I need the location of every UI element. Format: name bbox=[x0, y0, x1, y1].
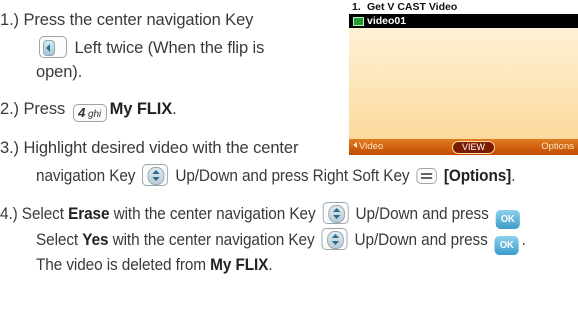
list-item[interactable]: 1. Get V CAST Video bbox=[349, 0, 578, 14]
list-item-number: 1. bbox=[352, 1, 361, 13]
step-3-period: . bbox=[511, 167, 516, 185]
step-2-text: 2.) Press bbox=[0, 100, 66, 118]
my-flix-label-2: My FLIX bbox=[210, 256, 269, 274]
key-4-number: 4 bbox=[78, 105, 86, 120]
options-soft-key[interactable]: Options bbox=[541, 139, 574, 155]
step-2: 2.) Press 4 ghi My FLIX. bbox=[0, 99, 177, 122]
nav-up-down-key-icon bbox=[142, 164, 169, 186]
nav-up-down-key-icon bbox=[321, 228, 348, 250]
options-label: [Options] bbox=[443, 167, 512, 185]
step-1-text: 1.) Press the center navigation Key bbox=[0, 11, 254, 29]
left-soft-key-label: Video bbox=[359, 141, 384, 152]
ok-key-icon: OK bbox=[494, 236, 519, 255]
step-1-text-2: Left twice (When the flip is bbox=[74, 39, 265, 57]
step-4-line-1: 4.) Select Erase with the center navigat… bbox=[0, 202, 523, 229]
step-3-text-3: Up/Down and press Right Soft Key bbox=[175, 167, 410, 185]
my-flix-label: My FLIX bbox=[109, 100, 173, 118]
left-arrow-icon bbox=[353, 142, 357, 148]
ok-key-icon: OK bbox=[495, 210, 520, 229]
yes-label: Yes bbox=[82, 231, 109, 249]
view-button[interactable]: VIEW bbox=[452, 141, 496, 154]
phone-screen: 1. Get V CAST Video video01 Video VIEW O… bbox=[349, 0, 578, 155]
step-1-line-2: Left twice (When the flip is bbox=[36, 36, 264, 58]
step-4-text-6: Up/Down and press bbox=[354, 231, 488, 249]
erase-label: Erase bbox=[68, 205, 110, 223]
nav-left-key-icon bbox=[39, 36, 67, 58]
step-4-text-7: The video is deleted from bbox=[36, 256, 206, 274]
step-4-text-2: with the center navigation Key bbox=[113, 205, 316, 223]
key-4-ghi-icon: 4 ghi bbox=[72, 104, 107, 122]
step-3-text-2: navigation Key bbox=[36, 167, 136, 185]
step-4-text-4: Select bbox=[36, 231, 79, 249]
step-4-line-3: The video is deleted from My FLIX. bbox=[36, 255, 273, 275]
list-item-label: video01 bbox=[367, 15, 407, 27]
step-4-text-5: with the center navigation Key bbox=[112, 231, 315, 249]
step-1-text-3: open). bbox=[36, 63, 83, 81]
key-4-letters: ghi bbox=[88, 109, 102, 120]
step-3-line-1: 3.) Highlight desired video with the cen… bbox=[0, 138, 298, 158]
right-soft-key-icon bbox=[416, 168, 437, 184]
step-3-line-2: navigation Key Up/Down and press Right S… bbox=[36, 164, 515, 186]
soft-key-bar: Video VIEW Options bbox=[349, 139, 578, 155]
left-soft-key[interactable]: Video bbox=[353, 139, 383, 155]
step-1-line-3: open). bbox=[36, 62, 82, 82]
nav-up-down-key-icon bbox=[322, 202, 349, 224]
list-item-selected[interactable]: video01 bbox=[349, 14, 578, 28]
step-4-period: . bbox=[268, 256, 273, 274]
step-2-period: . bbox=[172, 100, 177, 118]
step-4-text: 4.) Select bbox=[0, 205, 64, 223]
video-icon bbox=[353, 17, 364, 26]
step-3-text: 3.) Highlight desired video with the cen… bbox=[0, 139, 299, 157]
step-1-line-1: 1.) Press the center navigation Key bbox=[0, 10, 253, 30]
list-item-label: Get V CAST Video bbox=[367, 1, 458, 13]
step-4-text-3: Up/Down and press bbox=[355, 205, 489, 223]
step-4-line-2: Select Yes with the center navigation Ke… bbox=[36, 228, 526, 255]
